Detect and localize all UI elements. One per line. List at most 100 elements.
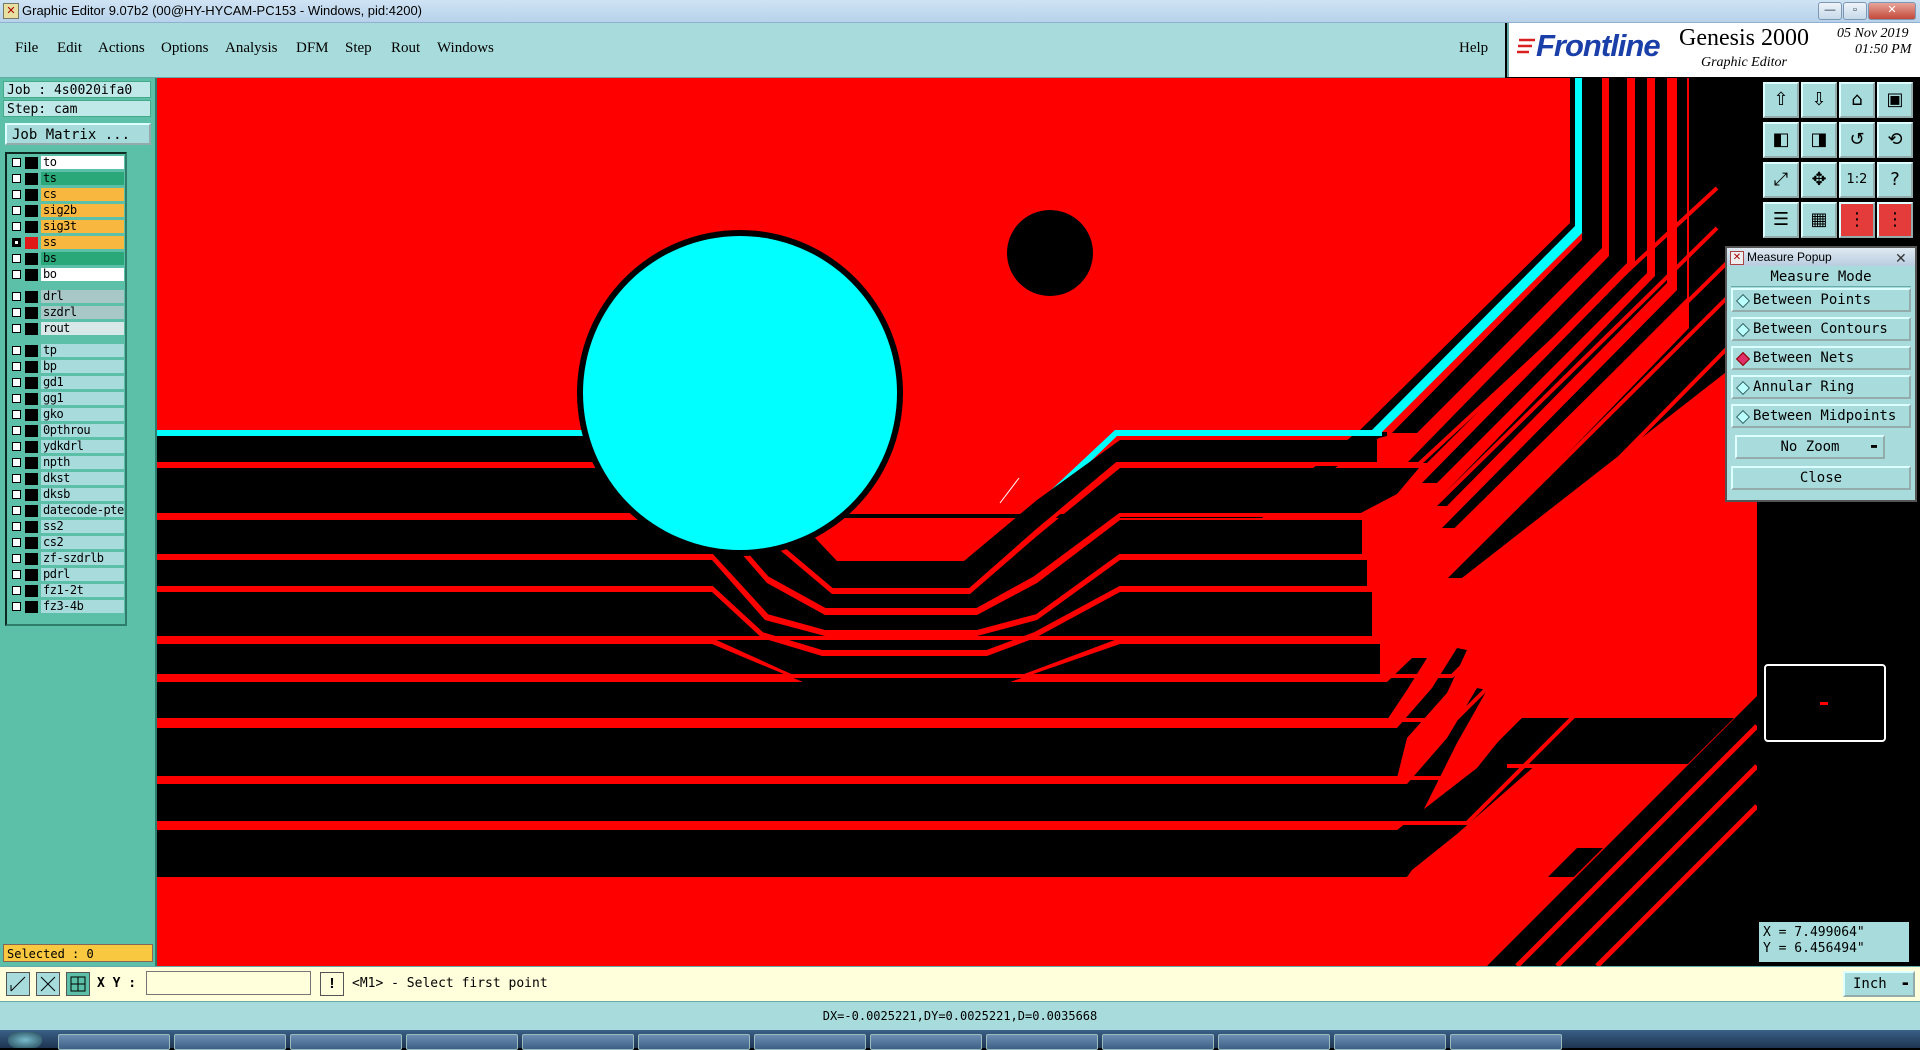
- close-window-button[interactable]: ✕: [1868, 2, 1916, 20]
- layers-icon[interactable]: ☰: [1763, 202, 1799, 238]
- layer-color-swatch[interactable]: [25, 205, 38, 217]
- layer-row-bp[interactable]: bp: [10, 360, 126, 374]
- layer-checkbox[interactable]: [12, 442, 21, 451]
- menu-dfm[interactable]: DFM: [296, 40, 329, 57]
- help-icon[interactable]: ?: [1877, 162, 1913, 198]
- layer-checkbox[interactable]: [12, 554, 21, 563]
- layer-name[interactable]: cs: [41, 188, 124, 201]
- layer-color-swatch[interactable]: [25, 221, 38, 233]
- layer-name[interactable]: ss: [41, 236, 124, 249]
- layer-row-ydkdrl[interactable]: ydkdrl: [10, 440, 126, 454]
- layer-row-cs2[interactable]: cs2: [10, 536, 126, 550]
- layer-name[interactable]: gd1: [41, 376, 124, 389]
- undo-icon[interactable]: ◧: [1763, 122, 1799, 158]
- layer-checkbox[interactable]: [12, 324, 21, 333]
- layer-checkbox[interactable]: [12, 474, 21, 483]
- layer-color-swatch[interactable]: [25, 457, 38, 469]
- snap-mode-icon[interactable]: [36, 972, 60, 996]
- layer-row-sig3t[interactable]: sig3t: [10, 220, 126, 234]
- layer-name[interactable]: pdrl: [41, 568, 124, 581]
- layer-row-to[interactable]: to: [10, 156, 126, 170]
- layer-name[interactable]: 0pthrou: [41, 424, 124, 437]
- layer-color-swatch[interactable]: [25, 361, 38, 373]
- layer-name[interactable]: gg1: [41, 392, 124, 405]
- xy-input[interactable]: [146, 971, 311, 995]
- fit-screen-icon[interactable]: ⤢: [1763, 162, 1799, 198]
- menu-help[interactable]: Help: [1459, 40, 1488, 57]
- redo-icon[interactable]: ◨: [1801, 122, 1837, 158]
- layer-row-gg1[interactable]: gg1: [10, 392, 126, 406]
- menu-windows[interactable]: Windows: [437, 40, 494, 57]
- units-dropdown[interactable]: Inch ▬: [1843, 971, 1915, 997]
- menu-rout[interactable]: Rout: [391, 40, 420, 57]
- select-mode-icon[interactable]: [6, 972, 30, 996]
- layer-color-swatch[interactable]: [25, 237, 38, 249]
- layer-name[interactable]: zf-szdrlb: [41, 552, 124, 565]
- layer-checkbox[interactable]: [12, 506, 21, 515]
- job-matrix-button[interactable]: Job Matrix ...: [5, 123, 151, 145]
- layer-color-swatch[interactable]: [25, 377, 38, 389]
- snap-icon[interactable]: ⟲: [1877, 122, 1913, 158]
- option-between-points[interactable]: Between Points: [1731, 288, 1911, 312]
- menu-file[interactable]: File: [15, 40, 38, 57]
- layer-name[interactable]: datecode-pte: [41, 504, 124, 517]
- grid-icon[interactable]: ▦: [1801, 202, 1837, 238]
- zoom-back-icon[interactable]: ↺: [1839, 122, 1875, 158]
- popup-close-icon[interactable]: ✕: [1895, 249, 1907, 267]
- layer-name[interactable]: drl: [41, 290, 124, 303]
- layer-checkbox[interactable]: [12, 346, 21, 355]
- layer-row-drl[interactable]: drl: [10, 290, 126, 304]
- layer-name[interactable]: fz3-4b: [41, 600, 124, 613]
- measure-close-button[interactable]: Close: [1731, 466, 1911, 490]
- layer-color-swatch[interactable]: [25, 253, 38, 265]
- layer-checkbox[interactable]: [12, 158, 21, 167]
- option-between-nets[interactable]: Between Nets: [1731, 346, 1911, 370]
- layer-row-rout[interactable]: rout: [10, 322, 126, 336]
- menu-actions[interactable]: Actions: [98, 40, 145, 57]
- menu-step[interactable]: Step: [345, 40, 372, 57]
- close-job-icon[interactable]: ⇩: [1801, 82, 1837, 118]
- layer-row-npth[interactable]: npth: [10, 456, 126, 470]
- layer-color-swatch[interactable]: [25, 269, 38, 281]
- graphic-canvas[interactable]: [157, 78, 1757, 966]
- layer-color-swatch[interactable]: [25, 189, 38, 201]
- layer-checkbox[interactable]: [12, 410, 21, 419]
- layer-name[interactable]: bp: [41, 360, 124, 373]
- layer-checkbox[interactable]: [12, 570, 21, 579]
- home-icon[interactable]: ⌂: [1839, 82, 1875, 118]
- layer-name[interactable]: to: [41, 156, 124, 169]
- layer-color-swatch[interactable]: [25, 409, 38, 421]
- layer-checkbox[interactable]: [12, 362, 21, 371]
- layer-name[interactable]: ss2: [41, 520, 124, 533]
- fit-profile-icon[interactable]: ✥: [1801, 162, 1837, 198]
- layer-color-swatch[interactable]: [25, 345, 38, 357]
- layer-row-tp[interactable]: tp: [10, 344, 126, 358]
- alert-icon[interactable]: !: [320, 972, 344, 996]
- layer-row-fz1-2t[interactable]: fz1-2t: [10, 584, 126, 598]
- layer-name[interactable]: dkst: [41, 472, 124, 485]
- layer-name[interactable]: bs: [41, 252, 124, 265]
- layer-checkbox[interactable]: [12, 238, 21, 247]
- layer-color-swatch[interactable]: [25, 441, 38, 453]
- layer-checkbox[interactable]: [12, 586, 21, 595]
- layer-checkbox[interactable]: [12, 270, 21, 279]
- layer-row-cs[interactable]: cs: [10, 188, 126, 202]
- layer-checkbox[interactable]: [12, 426, 21, 435]
- menu-options[interactable]: Options: [161, 40, 209, 57]
- layer-name[interactable]: fz1-2t: [41, 584, 124, 597]
- split-view-icon[interactable]: ▣: [1877, 82, 1913, 118]
- layer-color-swatch[interactable]: [25, 173, 38, 185]
- layer-row-sig2b[interactable]: sig2b: [10, 204, 126, 218]
- layer-checkbox[interactable]: [12, 174, 21, 183]
- layer-checkbox[interactable]: [12, 458, 21, 467]
- layer-color-swatch[interactable]: [25, 585, 38, 597]
- layer-row-0pthrou[interactable]: 0pthrou: [10, 424, 126, 438]
- layer-row-pdrl[interactable]: pdrl: [10, 568, 126, 582]
- layer-color-swatch[interactable]: [25, 323, 38, 335]
- layer-name[interactable]: rout: [41, 322, 124, 335]
- layer-color-swatch[interactable]: [25, 307, 38, 319]
- layer-checkbox[interactable]: [12, 190, 21, 199]
- menu-analysis[interactable]: Analysis: [225, 40, 278, 57]
- measure-popup-titlebar[interactable]: Measure Popup ✕ ✕: [1727, 248, 1915, 266]
- layer-row-ss[interactable]: ss: [10, 236, 126, 250]
